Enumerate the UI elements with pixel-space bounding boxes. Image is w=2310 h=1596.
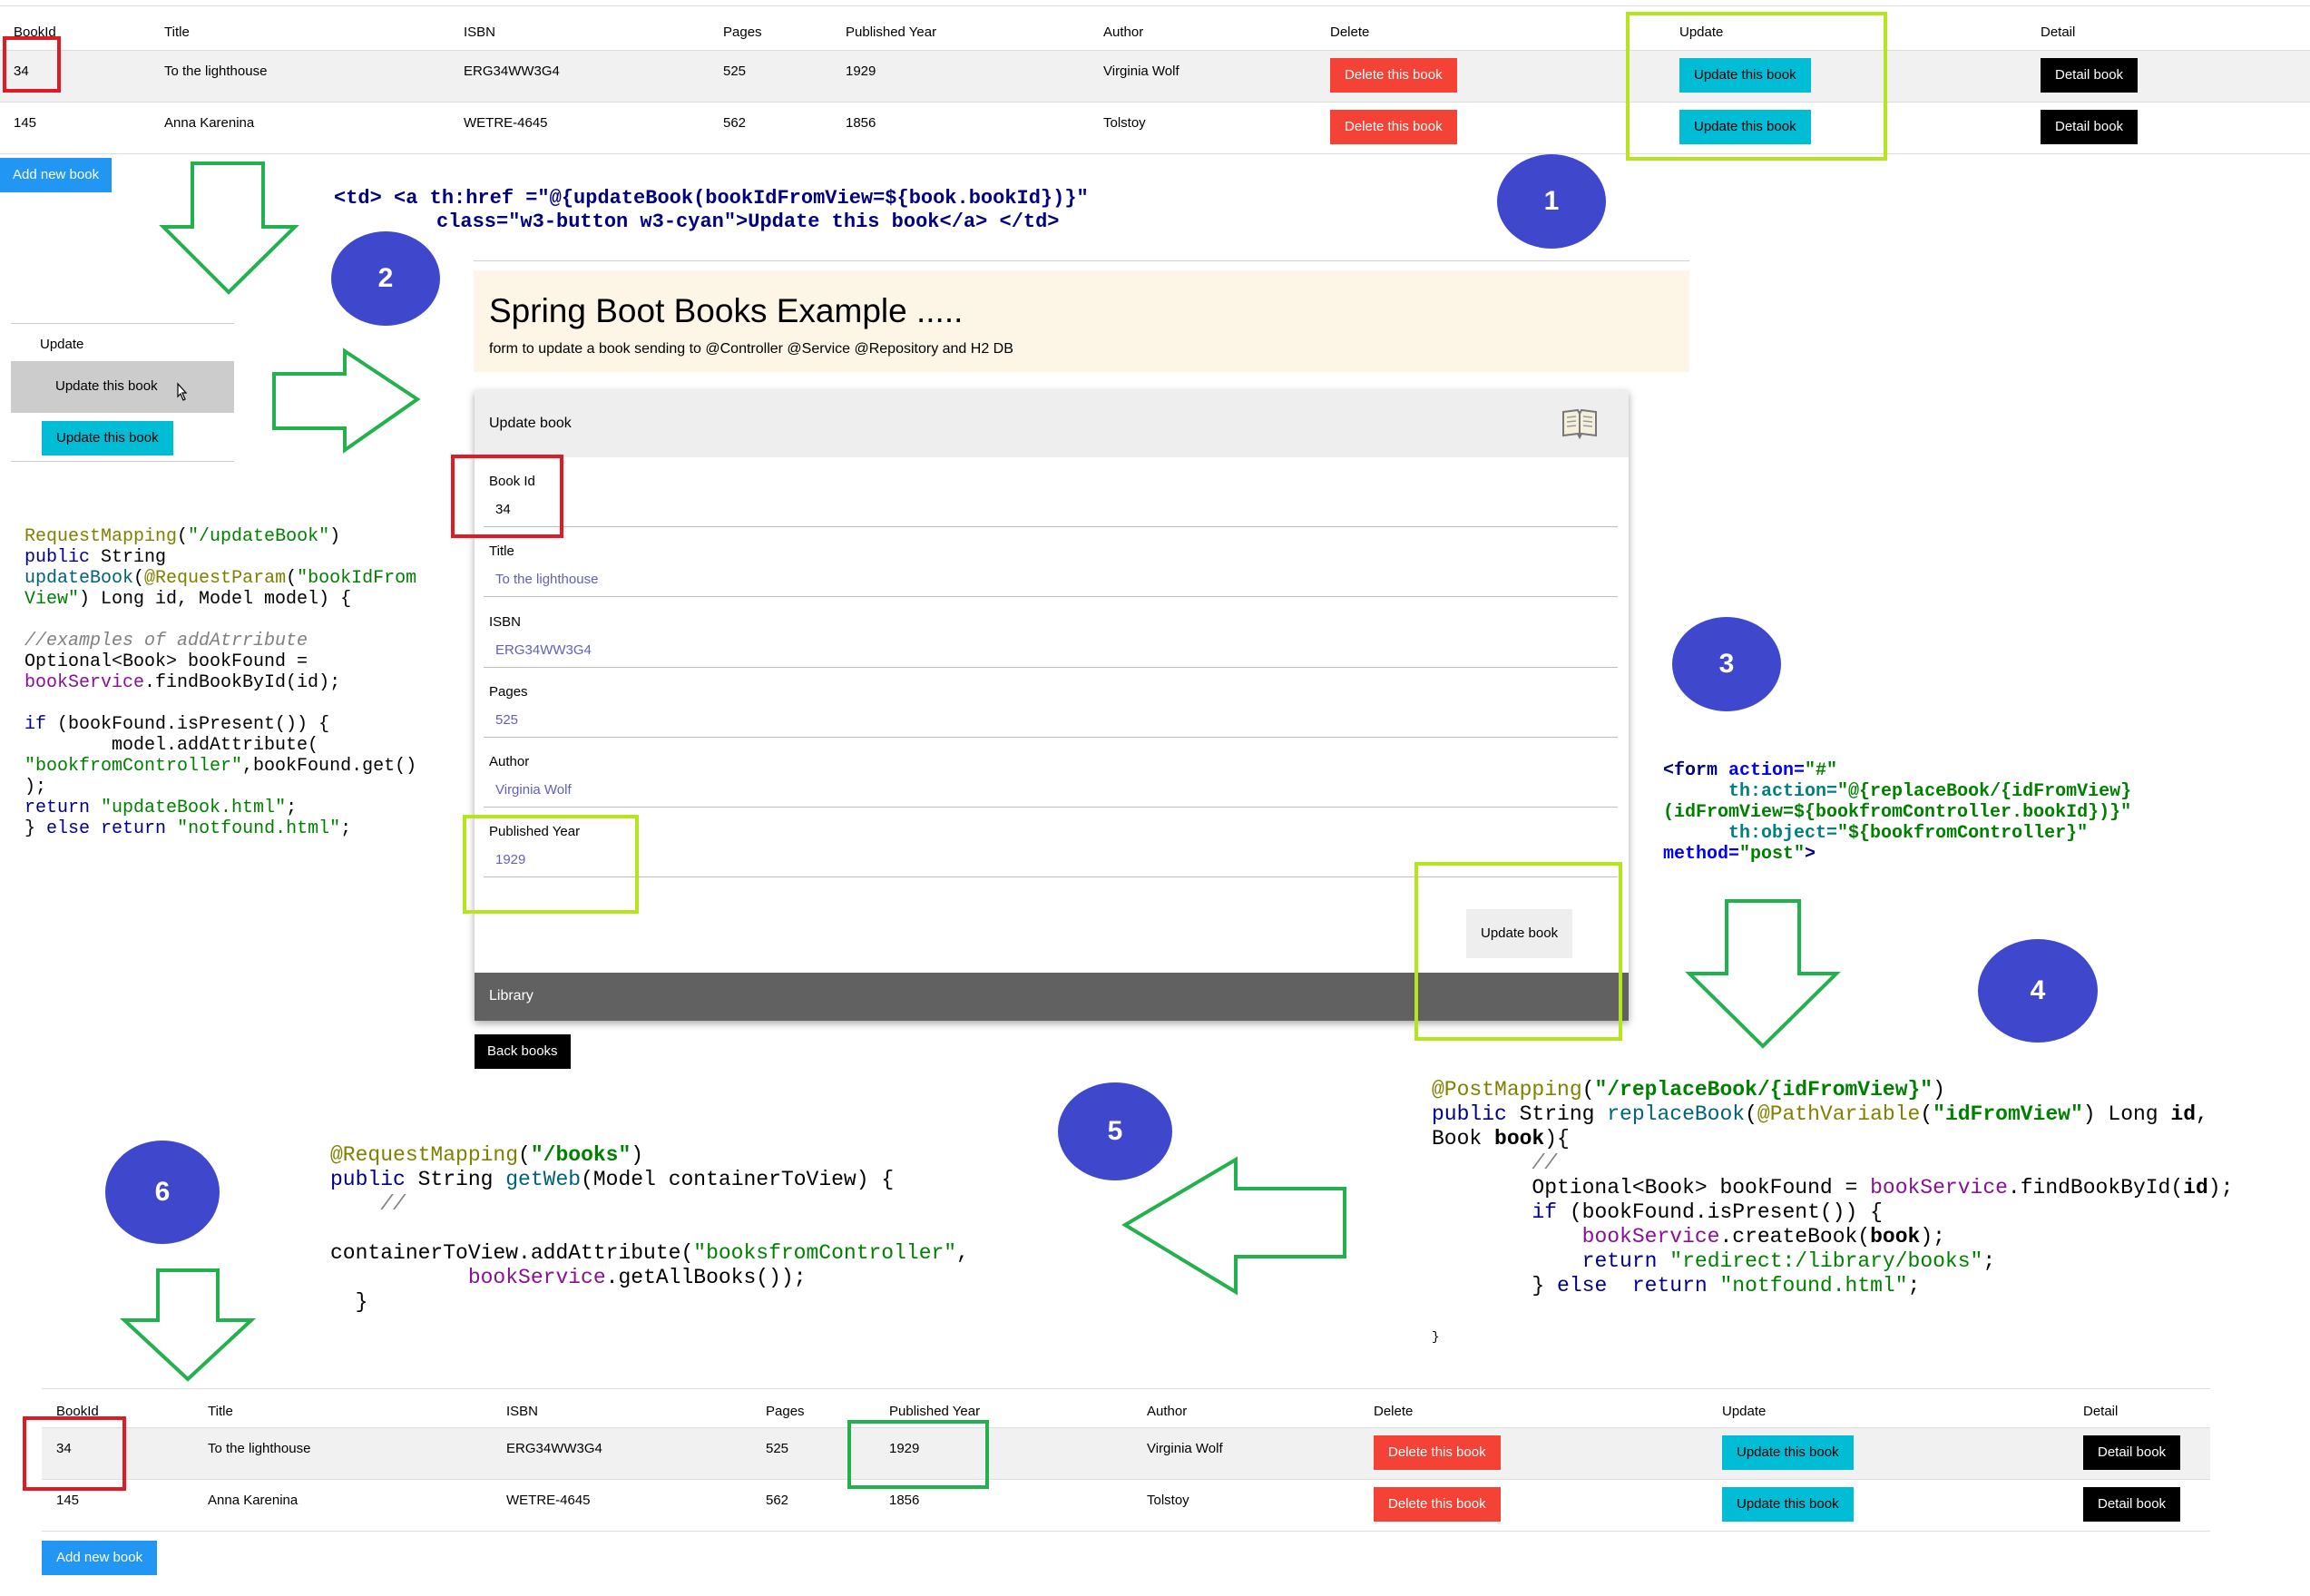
highlight-update-submit [1414, 862, 1622, 1041]
header-update: Update [1722, 1404, 1767, 1419]
header-detail: Detail [2083, 1404, 2119, 1419]
delete-book-button[interactable]: Delete this book [1374, 1487, 1501, 1522]
highlight-bookid-bottom [23, 1416, 126, 1491]
field-underline [484, 667, 1618, 668]
highlight-published-year [463, 815, 639, 914]
table-row: 145 Anna Karenina WETRE-4645 562 1856 To… [42, 1480, 2210, 1532]
code-line: class="w3-button w3-cyan">Update this bo… [436, 211, 1060, 234]
author-field[interactable]: Virginia Wolf [495, 782, 572, 798]
cell-isbn: ERG34WW3G4 [506, 1441, 602, 1456]
header-author: Author [1147, 1404, 1188, 1419]
books-table-bottom: BookId Title ISBN Pages Published Year A… [42, 1388, 2210, 1532]
field-underline [484, 807, 1618, 808]
hover-demo-header: Update [40, 337, 84, 352]
update-book-button[interactable]: Update this book [1722, 1435, 1854, 1470]
arrow-down-6 [119, 1268, 257, 1382]
code-replace-book: @PostMapping("/replaceBook/{idFromView}"… [1432, 1078, 2234, 1345]
code-update-mapping: RequestMapping("/updateBook") public Str… [24, 526, 417, 839]
isbn-field[interactable]: ERG34WW3G4 [495, 642, 592, 658]
delete-book-button[interactable]: Delete this book [1374, 1435, 1501, 1470]
arrow-down-3 [1685, 899, 1841, 1049]
header-published-year: Published Year [889, 1404, 981, 1419]
label-pages: Pages [489, 684, 528, 700]
highlight-year-bottom [847, 1420, 989, 1489]
detail-book-button[interactable]: Detail book [2083, 1487, 2181, 1522]
card-title: Update book [489, 416, 572, 431]
header-delete: Delete [1374, 1404, 1414, 1419]
field-underline [484, 526, 1618, 527]
arrow-left-5 [1121, 1156, 1346, 1296]
table-row: 34 To the lighthouse ERG34WW3G4 525 1929… [42, 1428, 2210, 1480]
cursor-icon [177, 382, 188, 401]
pages-field[interactable]: 525 [495, 712, 518, 728]
cell-author: Tolstoy [1147, 1493, 1189, 1508]
cell-author: Virginia Wolf [1147, 1441, 1223, 1456]
cell-bookid: 145 [56, 1493, 80, 1508]
card-header: Update book [475, 390, 1629, 457]
label-title: Title [489, 543, 514, 559]
page-header: Spring Boot Books Example ..... form to … [474, 270, 1689, 372]
field-underline [484, 596, 1618, 597]
code-get-books: @RequestMapping("/books") public String … [330, 1143, 969, 1314]
hover-row: Update this book [11, 362, 234, 413]
cell-isbn: WETRE-4645 [506, 1493, 591, 1508]
label-author: Author [489, 754, 530, 769]
divider [11, 461, 234, 462]
cell-title: To the lighthouse [208, 1441, 311, 1456]
code-form-tag: <form action="#" th:action="@{replaceBoo… [1663, 760, 2132, 865]
code-line: <td> <a th:href ="@{updateBook(bookIdFro… [334, 187, 1089, 210]
update-book-button[interactable]: Update this book [1722, 1487, 1854, 1522]
highlight-book-id [451, 455, 563, 538]
label-isbn: ISBN [489, 614, 522, 630]
footer-label: Library [489, 988, 533, 1004]
page-subtitle: form to update a book sending to @Contro… [489, 341, 1013, 357]
divider [11, 323, 234, 324]
header-pages: Pages [766, 1404, 805, 1419]
browser-edge [474, 260, 1689, 261]
code-update-link: <td> <a th:href ="@{updateBook(bookIdFro… [334, 187, 1089, 235]
arrow-right-2 [272, 348, 421, 454]
detail-book-button[interactable]: Detail book [2083, 1435, 2181, 1470]
back-books-button[interactable]: Back books [475, 1034, 571, 1069]
header-title: Title [208, 1404, 233, 1419]
update-book-button[interactable]: Update this book [42, 421, 173, 455]
header-isbn: ISBN [506, 1404, 539, 1419]
add-new-book-button[interactable]: Add new book [42, 1541, 158, 1575]
book-icon [1562, 408, 1597, 440]
cell-pages: 562 [766, 1493, 789, 1508]
arrow-down-1 [159, 162, 299, 295]
page-title: Spring Boot Books Example ..... [489, 292, 964, 329]
cell-title: Anna Karenina [208, 1493, 299, 1508]
table-header: BookId Title ISBN Pages Published Year A… [42, 1389, 2210, 1428]
update-book-button-hover[interactable]: Update this book [55, 378, 158, 394]
cell-pages: 525 [766, 1441, 789, 1456]
field-underline [484, 737, 1618, 738]
cell-year: 1856 [889, 1493, 920, 1508]
title-field[interactable]: To the lighthouse [495, 572, 598, 587]
